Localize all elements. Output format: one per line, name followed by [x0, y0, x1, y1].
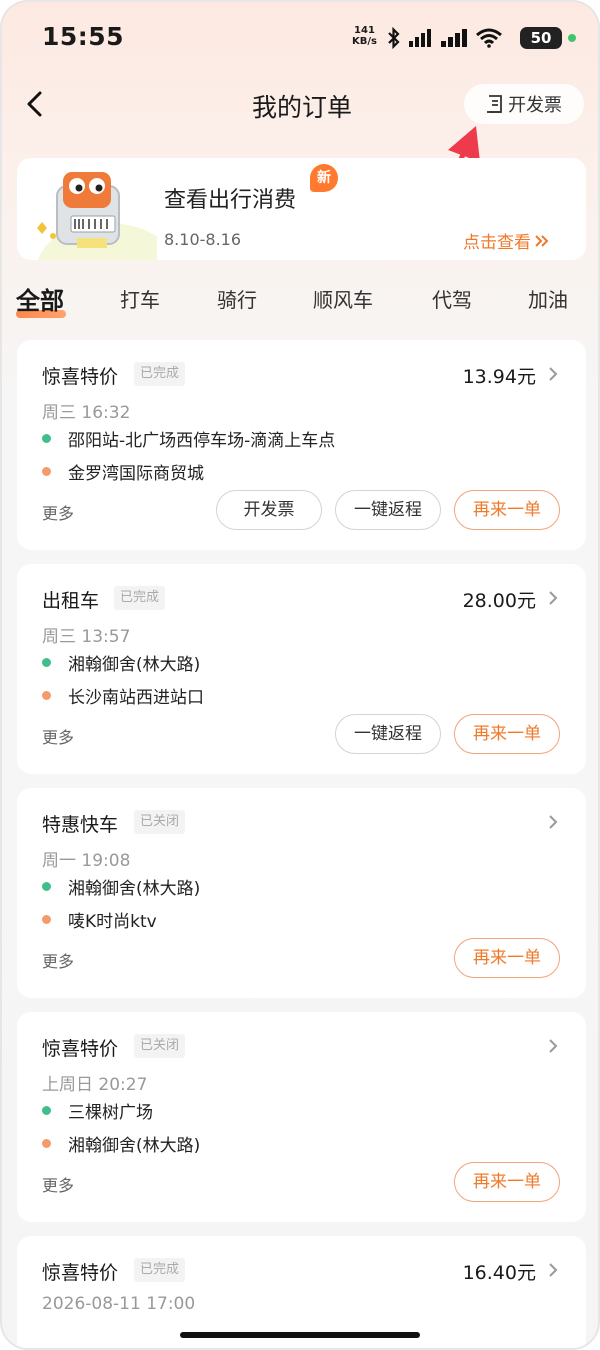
- network-speed: 141 KB/s: [352, 25, 377, 47]
- dropoff-dot: [42, 691, 51, 700]
- order-card[interactable]: 特惠快车 已关闭 周一 19:08 湘翰御舍(林大路) 唛K时尚ktv 更多 再…: [17, 788, 586, 998]
- tab-taxi[interactable]: 打车: [120, 284, 160, 313]
- order-price: 13.94元: [462, 366, 536, 388]
- tab-designated-driver[interactable]: 代驾: [432, 284, 472, 313]
- pickup-location: 湘翰御舍(林大路): [68, 879, 201, 899]
- order-time: 周一 19:08: [42, 851, 131, 871]
- pickup-location: 三棵树广场: [68, 1103, 153, 1123]
- status-time: 15:55: [42, 22, 125, 51]
- banner-view-link[interactable]: 点击查看: [463, 228, 551, 253]
- dropoff-dot: [42, 915, 51, 924]
- banner-title: 查看出行消费: [164, 188, 297, 213]
- order-title: 特惠快车: [42, 814, 119, 836]
- signal-icon-2: [441, 29, 467, 47]
- order-card[interactable]: 惊喜特价 已关闭 上周日 20:27 三棵树广场 湘翰御舍(林大路) 更多 再来…: [17, 1012, 586, 1222]
- chevron-right-icon[interactable]: [546, 1260, 560, 1280]
- dropoff-location: 湘翰御舍(林大路): [68, 1136, 201, 1156]
- order-pickup: 邵阳站-北广场西停车场-滴滴上车点: [42, 426, 335, 451]
- invoice-icon: [487, 95, 502, 113]
- more-link[interactable]: 更多: [42, 948, 74, 972]
- ticket-machine-mascot-icon: [37, 172, 157, 260]
- pickup-location: 邵阳站-北广场西停车场-滴滴上车点: [68, 431, 336, 451]
- signal-icon-1: [409, 29, 431, 47]
- order-pickup: 湘翰御舍(林大路): [42, 874, 200, 899]
- issue-invoice-button[interactable]: 开发票: [216, 490, 322, 530]
- order-dropoff: 湘翰御舍(林大路): [42, 1131, 200, 1156]
- tab-fuel[interactable]: 加油: [528, 284, 568, 313]
- chevron-right-icon[interactable]: [546, 364, 560, 384]
- pickup-dot: [42, 434, 51, 443]
- reorder-button[interactable]: 再来一单: [454, 1162, 560, 1202]
- order-price: 16.40元: [462, 1262, 536, 1284]
- order-time: 2026-08-11 17:00: [42, 1294, 196, 1314]
- order-dropoff: 唛K时尚ktv: [42, 907, 157, 932]
- return-trip-button[interactable]: 一键返程: [335, 714, 441, 754]
- order-time: 周三 13:57: [42, 627, 131, 647]
- travel-spending-banner[interactable]: 查看出行消费 新 8.10-8.16 点击查看: [17, 158, 586, 260]
- order-dropoff: 金罗湾国际商贸城: [42, 459, 204, 484]
- tab-cycling[interactable]: 骑行: [217, 284, 257, 313]
- charging-dot: [568, 34, 576, 42]
- pickup-dot: [42, 1106, 51, 1115]
- banner-date-range: 8.10-8.16: [164, 230, 242, 249]
- order-pickup: 湘翰御舍(林大路): [42, 650, 200, 675]
- chevron-right-icon[interactable]: [546, 1036, 560, 1056]
- dropoff-dot: [42, 1139, 51, 1148]
- reorder-button[interactable]: 再来一单: [454, 490, 560, 530]
- chevron-right-icon[interactable]: [546, 588, 560, 608]
- order-card[interactable]: 出租车 已完成 28.00元 周三 13:57 湘翰御舍(林大路) 长沙南站西进…: [17, 564, 586, 774]
- tab-carpool[interactable]: 顺风车: [313, 284, 373, 313]
- network-speed-value: 141: [354, 25, 375, 36]
- order-status-badge: 已关闭: [134, 1034, 186, 1058]
- phone-screen: 15:55 141 KB/s 50 我的订单 开发票 查看出行消费 新 8.10…: [0, 0, 600, 1350]
- dropoff-location: 金罗湾国际商贸城: [68, 464, 204, 484]
- invoice-button[interactable]: 开发票: [464, 84, 584, 124]
- status-icons: [386, 26, 502, 50]
- dropoff-location: 长沙南站西进站口: [68, 688, 204, 708]
- order-dropoff: 长沙南站西进站口: [42, 683, 204, 708]
- invoice-button-label: 开发票: [508, 95, 562, 116]
- reorder-button[interactable]: 再来一单: [454, 938, 560, 978]
- more-link[interactable]: 更多: [42, 500, 74, 524]
- home-indicator: [180, 1332, 420, 1338]
- order-time: 上周日 20:27: [42, 1075, 148, 1095]
- more-link[interactable]: 更多: [42, 724, 74, 748]
- status-bar: 15:55 141 KB/s 50: [2, 2, 598, 74]
- order-status-badge: 已完成: [134, 362, 186, 386]
- order-time: 周三 16:32: [42, 403, 131, 423]
- category-tabs: 全部 打车 骑行 顺风车 代驾 加油: [2, 281, 598, 324]
- order-status-badge: 已完成: [114, 586, 166, 610]
- order-status-badge: 已关闭: [134, 810, 186, 834]
- chevron-right-icon[interactable]: [546, 812, 560, 832]
- wifi-icon: [476, 28, 502, 48]
- order-price: 28.00元: [462, 590, 536, 612]
- battery-indicator: 50: [520, 27, 562, 49]
- dropoff-dot: [42, 467, 51, 476]
- banner-view-link-label: 点击查看: [463, 233, 531, 253]
- new-badge: 新: [310, 164, 338, 192]
- tab-all[interactable]: 全部: [16, 281, 64, 316]
- order-title: 惊喜特价: [42, 1262, 119, 1284]
- bluetooth-icon: [388, 27, 400, 49]
- reorder-button[interactable]: 再来一单: [454, 714, 560, 754]
- pickup-dot: [42, 882, 51, 891]
- network-speed-unit: KB/s: [352, 36, 377, 47]
- order-pickup: 三棵树广场: [42, 1098, 153, 1123]
- more-link[interactable]: 更多: [42, 1172, 74, 1196]
- order-status-badge: 已完成: [134, 1258, 186, 1282]
- dropoff-location: 唛K时尚ktv: [68, 912, 157, 932]
- order-title: 出租车: [42, 590, 100, 612]
- order-card[interactable]: 惊喜特价 已完成 13.94元 周三 16:32 邵阳站-北广场西停车场-滴滴上…: [17, 340, 586, 550]
- return-trip-button[interactable]: 一键返程: [335, 490, 441, 530]
- double-chevron-right-icon: [535, 234, 549, 247]
- pickup-dot: [42, 658, 51, 667]
- order-title: 惊喜特价: [42, 366, 119, 388]
- order-title: 惊喜特价: [42, 1038, 119, 1060]
- pickup-location: 湘翰御舍(林大路): [68, 655, 201, 675]
